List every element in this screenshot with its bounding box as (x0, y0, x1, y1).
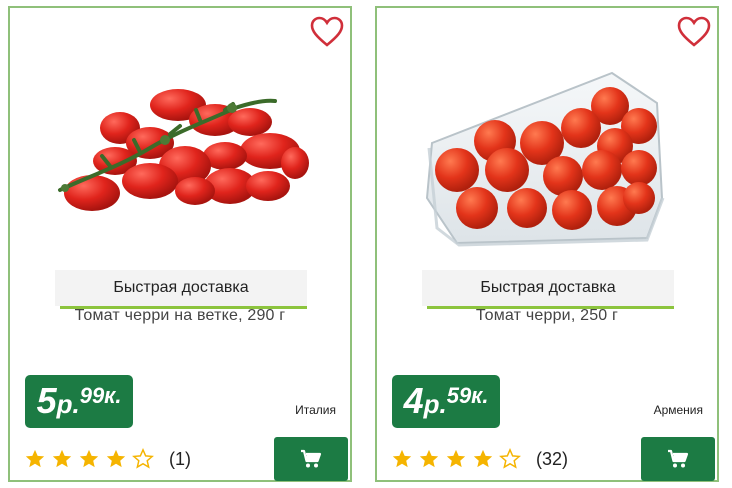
review-count[interactable]: (32) (536, 449, 568, 470)
product-title[interactable]: Томат черри, 250 г (377, 307, 717, 325)
star-icon (392, 449, 412, 468)
price-rub: 4 (403, 380, 424, 421)
star-icon (419, 449, 439, 468)
star-empty-icon (499, 448, 521, 469)
rating[interactable]: (32) (391, 448, 568, 470)
country-label: Армения (653, 403, 703, 417)
cart-icon (301, 449, 322, 468)
product-title[interactable]: Томат черри на ветке, 290 г (10, 307, 350, 325)
product-image[interactable] (377, 48, 717, 253)
add-to-cart-button[interactable] (641, 437, 715, 481)
product-image[interactable] (10, 48, 350, 253)
price-rub: 5 (36, 380, 57, 421)
price-badge: 5 р. 99к. (25, 375, 133, 428)
price-badge: 4 р. 59к. (392, 375, 500, 428)
review-count[interactable]: (1) (169, 449, 191, 470)
price-rub-suffix: р. (423, 389, 447, 419)
product-card[interactable]: Быстрая доставка Томат черри на ветке, 2… (8, 6, 352, 482)
star-icon (52, 449, 72, 468)
star-icon (106, 449, 126, 468)
rating[interactable]: (1) (24, 448, 191, 470)
star-icon (473, 449, 493, 468)
country-label: Италия (295, 403, 336, 417)
star-icon (79, 449, 99, 468)
price-kop: 99к. (79, 383, 122, 408)
cart-icon (668, 449, 689, 468)
star-empty-icon (132, 448, 154, 469)
price-kop: 59к. (446, 383, 489, 408)
heart-icon[interactable] (310, 16, 344, 48)
price-rub-suffix: р. (56, 389, 80, 419)
fast-delivery-label: Быстрая доставка (55, 270, 307, 309)
product-card[interactable]: Быстрая доставка Томат черри, 250 г 4 р.… (375, 6, 719, 482)
star-icon (25, 449, 45, 468)
star-icon (446, 449, 466, 468)
heart-icon[interactable] (677, 16, 711, 48)
fast-delivery-label: Быстрая доставка (422, 270, 674, 309)
add-to-cart-button[interactable] (274, 437, 348, 481)
